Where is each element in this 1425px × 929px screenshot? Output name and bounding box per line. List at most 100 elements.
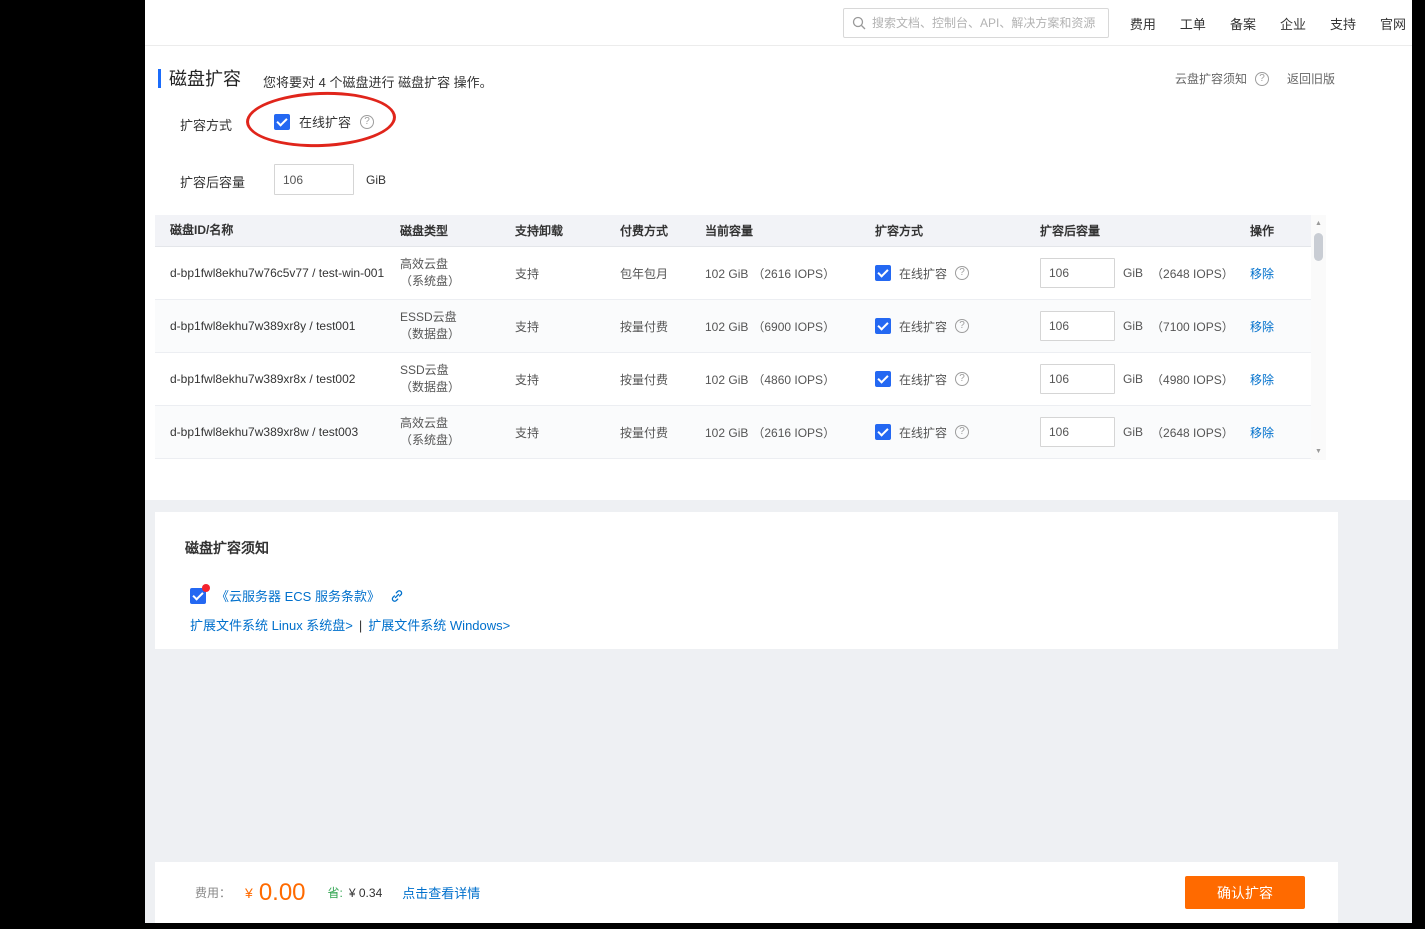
actions-cell: 移除 xyxy=(1250,265,1311,282)
online-expand-checkbox[interactable] xyxy=(875,265,891,281)
new-capacity-unit: GiB xyxy=(1123,319,1144,333)
expand-method: 在线扩容 xyxy=(899,372,948,387)
current-capacity: 102 GiB xyxy=(705,266,749,281)
col-header-disk-id: 磁盘ID/名称 xyxy=(170,223,234,237)
actions-cell: 移除 xyxy=(1250,318,1311,335)
search-input[interactable] xyxy=(872,16,1100,30)
expand-method-cell: 在线扩容 ? xyxy=(875,424,1040,441)
title-accent-bar xyxy=(158,69,161,88)
browser-viewport: 费用 工单 备案 企业 支持 官网 磁盘扩容 您将要对 4 个磁盘进行 磁盘扩容… xyxy=(145,0,1412,923)
online-expand-checkbox[interactable] xyxy=(875,318,891,334)
current-capacity-cell: 102 GiB （2616 IOPS） xyxy=(705,265,875,282)
billing-method: 按量付费 xyxy=(620,372,669,387)
table-header-row: 磁盘ID/名称 磁盘类型 支持卸载 付费方式 当前容量 扩容方式 扩容后容量 操… xyxy=(155,215,1311,247)
notice-card-title: 磁盘扩容须知 xyxy=(185,540,269,556)
screen-letterbox-bottom xyxy=(0,923,1425,929)
new-iops: （2648 IOPS） xyxy=(1151,425,1234,440)
detachable: 支持 xyxy=(515,425,540,440)
disk-type: ESSD云盘 xyxy=(400,310,457,324)
current-capacity: 102 GiB xyxy=(705,319,749,334)
col-header-current-capacity: 当前容量 xyxy=(705,224,754,238)
help-icon[interactable]: ? xyxy=(360,114,375,129)
back-to-old-version-link[interactable]: 返回旧版 xyxy=(1287,70,1335,87)
terms-row: 《云服务器 ECS 服务条款》 xyxy=(190,583,404,605)
global-search[interactable] xyxy=(843,8,1109,38)
disk-id: d-bp1fwl8ekhu7w389xr8y / test001 xyxy=(170,318,356,333)
new-capacity-cell: GiB （4980 IOPS） xyxy=(1040,364,1250,394)
current-capacity: 102 GiB xyxy=(705,425,749,440)
disk-id: d-bp1fwl8ekhu7w76c5v77 / test-win-001 xyxy=(170,265,385,280)
ecs-terms-link[interactable]: 《云服务器 ECS 服务条款》 xyxy=(216,586,380,605)
disk-role: （系统盘） xyxy=(400,433,461,447)
detachable: 支持 xyxy=(515,319,540,334)
new-capacity-cell: GiB （2648 IOPS） xyxy=(1040,258,1250,288)
col-header-billing: 付费方式 xyxy=(620,224,669,238)
col-header-disk-type: 磁盘类型 xyxy=(400,224,449,238)
table-scrollbar[interactable]: ▲ ▼ xyxy=(1311,215,1326,460)
page-subtitle: 您将要对 4 个磁盘进行 磁盘扩容 操作。 xyxy=(263,75,493,90)
remove-link[interactable]: 移除 xyxy=(1250,267,1274,281)
view-details-link[interactable]: 点击查看详情 xyxy=(402,883,480,902)
confirm-expand-button[interactable]: 确认扩容 xyxy=(1185,876,1305,909)
table-row: d-bp1fwl8ekhu7w389xr8x / test002 SSD云盘 （… xyxy=(155,353,1311,406)
disk-type: 高效云盘 xyxy=(400,416,449,430)
scroll-up-arrow-icon[interactable]: ▲ xyxy=(1311,220,1326,227)
help-icon[interactable]: ? xyxy=(955,425,970,439)
help-icon[interactable]: ? xyxy=(955,319,970,333)
links-separator: | xyxy=(358,618,363,633)
col-header-actions: 操作 xyxy=(1250,224,1275,238)
filesystem-links: 扩展文件系统 Linux 系统盘> | 扩展文件系统 Windows> xyxy=(190,615,510,634)
online-expand-checkbox[interactable] xyxy=(274,113,290,130)
new-iops: （2648 IOPS） xyxy=(1151,266,1234,281)
nav-item-enterprise[interactable]: 企业 xyxy=(1280,14,1306,33)
new-capacity-input[interactable] xyxy=(1040,311,1115,341)
scrollbar-thumb[interactable] xyxy=(1314,233,1323,261)
capacity-input[interactable] xyxy=(274,164,354,195)
disk-type-cell: 高效云盘 （系统盘） xyxy=(400,256,515,290)
current-capacity-cell: 102 GiB （4860 IOPS） xyxy=(705,371,875,388)
table-row: d-bp1fwl8ekhu7w389xr8w / test003 高效云盘 （系… xyxy=(155,406,1311,459)
extend-fs-linux-link[interactable]: 扩展文件系统 Linux 系统盘> xyxy=(190,618,353,633)
new-iops: （4980 IOPS） xyxy=(1151,372,1234,387)
link-chain-icon[interactable] xyxy=(390,589,404,603)
notification-dot xyxy=(202,583,210,592)
capacity-unit: GiB xyxy=(366,172,387,187)
online-expand-checkbox[interactable] xyxy=(875,371,891,387)
scroll-down-arrow-icon[interactable]: ▼ xyxy=(1311,448,1326,455)
help-icon[interactable]: ? xyxy=(1255,71,1270,86)
help-icon[interactable]: ? xyxy=(955,266,970,280)
nav-item-icp[interactable]: 备案 xyxy=(1230,14,1256,33)
table-row: d-bp1fwl8ekhu7w389xr8y / test001 ESSD云盘 … xyxy=(155,300,1311,353)
capacity-after-group: GiB xyxy=(274,164,386,195)
new-capacity-input[interactable] xyxy=(1040,417,1115,447)
current-capacity-cell: 102 GiB （6900 IOPS） xyxy=(705,318,875,335)
capacity-after-label: 扩容后容量 xyxy=(180,175,246,190)
actions-cell: 移除 xyxy=(1250,371,1311,388)
disk-table: 磁盘ID/名称 磁盘类型 支持卸载 付费方式 当前容量 扩容方式 扩容后容量 操… xyxy=(155,215,1311,459)
remove-link[interactable]: 移除 xyxy=(1250,373,1274,387)
expand-method-group: 在线扩容 ? xyxy=(274,112,375,131)
top-nav: 费用 工单 备案 企业 支持 官网 xyxy=(1130,0,1406,46)
expand-method: 在线扩容 xyxy=(899,266,948,281)
expand-method-cell: 在线扩容 ? xyxy=(875,318,1040,335)
col-header-expand-method: 扩容方式 xyxy=(875,224,924,238)
nav-item-support[interactable]: 支持 xyxy=(1330,14,1356,33)
nav-item-tickets[interactable]: 工单 xyxy=(1180,14,1206,33)
savings-label: 省: xyxy=(327,886,343,900)
new-capacity-input[interactable] xyxy=(1040,258,1115,288)
online-expand-checkbox[interactable] xyxy=(875,424,891,440)
extend-fs-windows-link[interactable]: 扩展文件系统 Windows> xyxy=(368,618,510,633)
nav-item-site[interactable]: 官网 xyxy=(1380,14,1406,33)
expansion-notice-card: 磁盘扩容须知 《云服务器 ECS 服务条款》 扩展文件系统 Linux 系统盘>… xyxy=(155,512,1338,649)
nav-item-billing[interactable]: 费用 xyxy=(1130,14,1156,33)
terms-checkbox-wrap xyxy=(190,583,210,604)
search-icon xyxy=(852,16,866,30)
disk-id: d-bp1fwl8ekhu7w389xr8w / test003 xyxy=(170,424,359,439)
new-capacity-input[interactable] xyxy=(1040,364,1115,394)
table-row: d-bp1fwl8ekhu7w76c5v77 / test-win-001 高效… xyxy=(155,247,1311,300)
remove-link[interactable]: 移除 xyxy=(1250,320,1274,334)
remove-link[interactable]: 移除 xyxy=(1250,426,1274,440)
expansion-notice-link[interactable]: 云盘扩容须知 xyxy=(1175,70,1247,87)
help-icon[interactable]: ? xyxy=(955,372,970,386)
current-capacity: 102 GiB xyxy=(705,372,749,387)
